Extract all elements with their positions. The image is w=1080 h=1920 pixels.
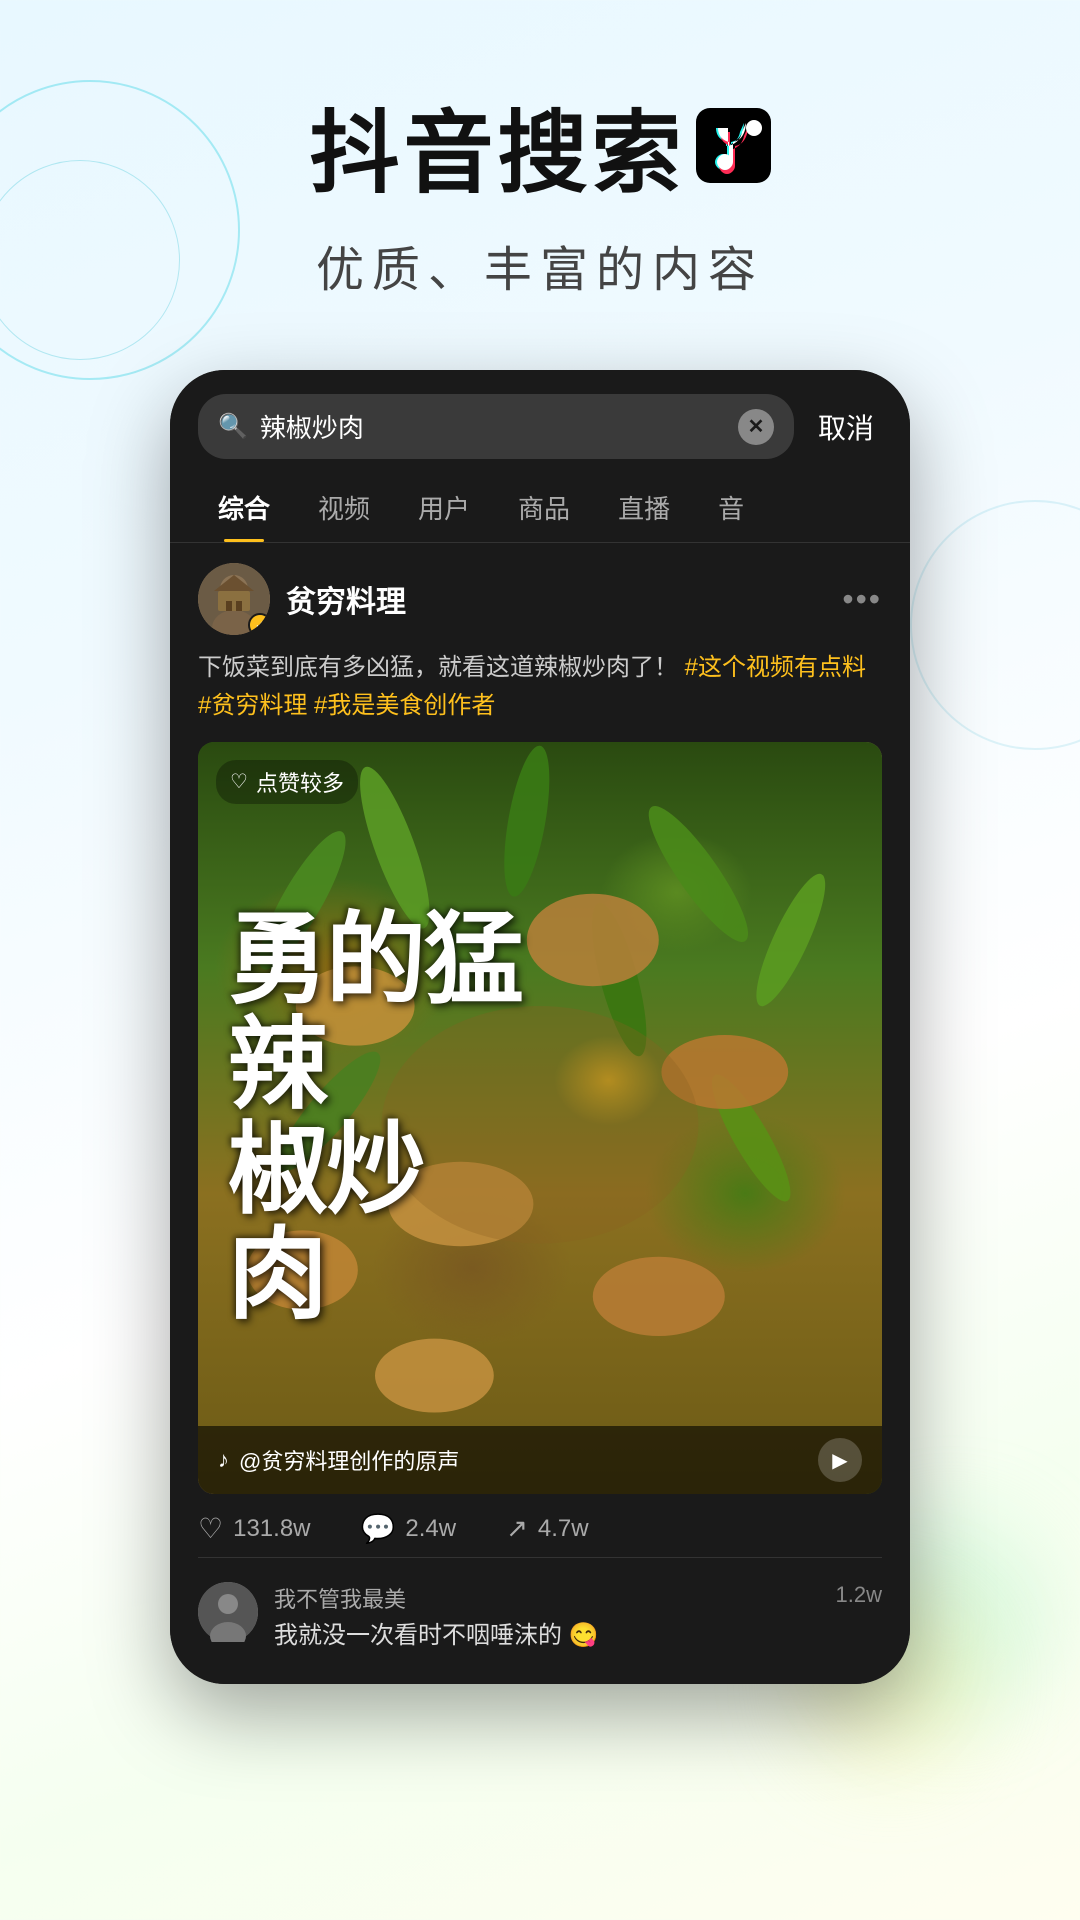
shares-count[interactable]: ↗ 4.7w (506, 1513, 589, 1544)
tiktok-logo-icon (696, 108, 771, 183)
comments-number: 2.4w (405, 1515, 456, 1543)
tiktok-music-icon: ♪ (218, 1447, 229, 1473)
comment-content: 我不管我最美 我就没一次看时不咽唾沫的 😋 (274, 1582, 820, 1654)
audio-text: @贫穷料理创作的原声 (239, 1444, 459, 1476)
engagement-row: ♡ 131.8w 💬 2.4w ↗ 4.7w (198, 1494, 882, 1558)
video-thumbnail[interactable]: 勇的猛辣椒炒肉 ♡ 点赞较多 ♪ @贫穷料理创作的原声 (198, 742, 882, 1494)
hashtag-1[interactable]: #这个视频有点料 (685, 654, 866, 681)
likes-number: 131.8w (233, 1515, 310, 1543)
tab-商品[interactable]: 商品 (494, 477, 594, 542)
subtitle: 优质、丰富的内容 (0, 230, 1080, 300)
phone-mockup-container: 🔍 辣椒炒肉 ✕ 取消 综合 视频 用户 商品 (0, 370, 1080, 1684)
tab-综合[interactable]: 综合 (194, 477, 294, 542)
phone-mockup: 🔍 辣椒炒肉 ✕ 取消 综合 视频 用户 商品 (170, 370, 910, 1684)
comment-icon: 💬 (361, 1512, 396, 1545)
video-image: 勇的猛辣椒炒肉 ♡ 点赞较多 ♪ @贫穷料理创作的原声 (198, 742, 882, 1494)
avatar: ✓ (198, 563, 270, 635)
comment-item: 我不管我最美 我就没一次看时不咽唾沫的 😋 1.2w (198, 1572, 882, 1664)
heart-icon: ♡ (230, 769, 248, 794)
main-title-text: 抖音搜索 (310, 80, 686, 210)
verified-badge: ✓ (248, 613, 270, 635)
search-input-wrap[interactable]: 🔍 辣椒炒肉 ✕ (198, 394, 794, 459)
more-options-button[interactable]: ••• (842, 581, 882, 618)
tab-用户[interactable]: 用户 (394, 477, 494, 542)
comments-count[interactable]: 💬 2.4w (361, 1512, 457, 1545)
clear-button[interactable]: ✕ (738, 409, 774, 445)
page-header: 抖音搜索 优质、丰富的内容 (0, 0, 1080, 340)
search-bar-area: 🔍 辣椒炒肉 ✕ 取消 (170, 370, 910, 469)
search-bar: 🔍 辣椒炒肉 ✕ 取消 (198, 394, 882, 459)
comments-section: 我不管我最美 我就没一次看时不咽唾沫的 😋 1.2w (198, 1558, 882, 1664)
clear-icon: ✕ (748, 414, 765, 439)
tab-音[interactable]: 音 (694, 477, 768, 542)
likes-badge: ♡ 点赞较多 (216, 760, 358, 804)
username: 贫穷料理 (286, 577, 406, 621)
audio-bar[interactable]: ♪ @贫穷料理创作的原声 ▶ (198, 1426, 882, 1494)
likes-count[interactable]: ♡ 131.8w (198, 1512, 311, 1545)
tab-视频[interactable]: 视频 (294, 477, 394, 542)
audio-info: ♪ @贫穷料理创作的原声 (218, 1444, 459, 1476)
shares-number: 4.7w (538, 1515, 589, 1543)
comment-text: 我就没一次看时不咽唾沫的 😋 (274, 1618, 820, 1654)
likes-badge-text: 点赞较多 (256, 766, 344, 798)
search-query: 辣椒炒肉 (260, 408, 726, 445)
video-title-text: 勇的猛辣椒炒肉 (228, 908, 522, 1328)
post-header: ✓ 贫穷料理 ••• (198, 563, 882, 635)
comment-likes[interactable]: 1.2w (836, 1582, 882, 1608)
hashtag-2[interactable]: #贫穷料理 (198, 692, 307, 719)
tab-直播[interactable]: 直播 (594, 477, 694, 542)
comment-avatar (198, 1582, 258, 1642)
search-tabs: 综合 视频 用户 商品 直播 音 (170, 469, 910, 543)
play-button[interactable]: ▶ (818, 1438, 862, 1482)
search-results-content: ✓ 贫穷料理 ••• 下饭菜到底有多凶猛，就看这道辣椒炒肉了！ #这个视频有点料… (170, 543, 910, 1684)
video-text-overlay: 勇的猛辣椒炒肉 (198, 742, 882, 1494)
cancel-button[interactable]: 取消 (810, 407, 882, 447)
search-icon: 🔍 (218, 412, 248, 441)
play-icon: ▶ (832, 1448, 847, 1473)
commenter-name: 我不管我最美 (274, 1582, 820, 1614)
share-icon: ↗ (506, 1513, 528, 1544)
post-text: 下饭菜到底有多凶猛，就看这道辣椒炒肉了！ #这个视频有点料 #贫穷料理 #我是美… (198, 649, 882, 726)
user-info[interactable]: ✓ 贫穷料理 (198, 563, 406, 635)
heart-icon: ♡ (198, 1512, 223, 1545)
main-title-container: 抖音搜索 (0, 80, 1080, 210)
hashtag-3[interactable]: #我是美食创作者 (314, 692, 495, 719)
